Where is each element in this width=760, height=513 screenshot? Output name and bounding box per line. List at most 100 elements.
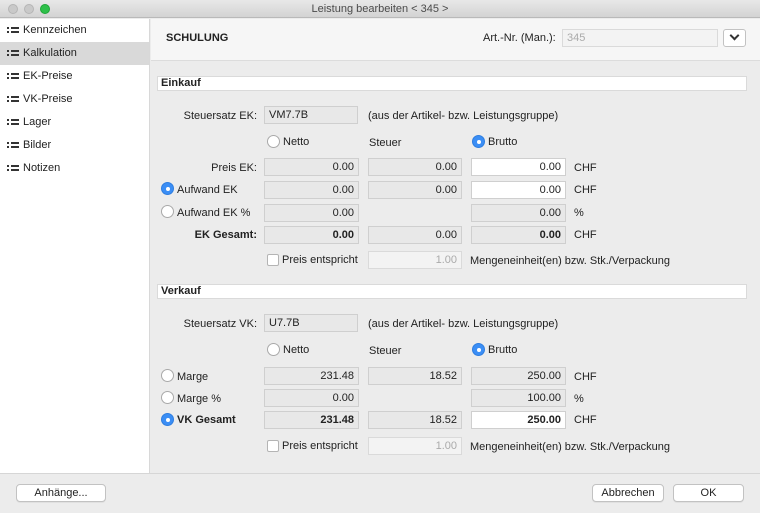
ek-gesamt-netto-field: 0.00	[264, 226, 359, 244]
marge-pct-label: Marge %	[177, 393, 222, 405]
sidebar-item-lager[interactable]: Lager	[0, 111, 149, 134]
preis-ek-brutto-field[interactable]: 0.00	[471, 158, 566, 176]
page-title: SCHULUNG	[166, 32, 229, 44]
vk-gesamt-label: VK Gesamt	[177, 414, 236, 426]
ok-button[interactable]: OK	[673, 484, 744, 502]
sidebar-item-ek-preise[interactable]: EK-Preise	[0, 65, 149, 88]
list-icon	[7, 26, 19, 35]
zoom-window-button[interactable]	[40, 4, 50, 14]
list-icon	[7, 49, 19, 58]
marge-brutto-field[interactable]: 250.00	[471, 367, 566, 385]
marge-pct-radio[interactable]	[161, 391, 174, 404]
vk-gesamt-netto-field[interactable]: 231.48	[264, 411, 359, 429]
marge-unit: CHF	[574, 371, 597, 383]
sidebar-item-label: Lager	[23, 116, 52, 128]
ek-steuer-header: Steuer	[369, 137, 402, 149]
vk-preis-entspricht-checkbox[interactable]	[267, 440, 279, 452]
vk-brutto-label: Brutto	[488, 344, 518, 356]
marge-pct-unit: %	[574, 393, 584, 405]
aufwand-ek-label: Aufwand EK	[177, 184, 238, 196]
steuersatz-ek-field[interactable]: VM7.7B	[264, 106, 358, 124]
ek-gesamt-unit: CHF	[574, 229, 597, 241]
title-bar: Leistung bearbeiten < 345 >	[0, 0, 760, 18]
preis-ek-steuer-field[interactable]: 0.00	[368, 158, 462, 176]
aufwand-ek-netto-field[interactable]: 0.00	[264, 181, 359, 199]
ek-menge-field[interactable]: 1.00	[368, 251, 462, 269]
attachments-button[interactable]: Anhänge...	[16, 484, 106, 502]
section-einkauf: Einkauf	[157, 76, 747, 91]
header-band: SCHULUNG Art.-Nr. (Man.): 345	[151, 19, 760, 61]
aufwand-ek-steuer-field[interactable]: 0.00	[368, 181, 462, 199]
sidebar-item-vk-preise[interactable]: VK-Preise	[0, 88, 149, 111]
marge-pct-brutto-field[interactable]: 100.00	[471, 389, 566, 407]
main-panel: SCHULUNG Art.-Nr. (Man.): 345 Einkauf St…	[151, 19, 760, 473]
steuersatz-vk-label: Steuersatz VK:	[183, 318, 257, 330]
ek-gesamt-brutto-field: 0.00	[471, 226, 566, 244]
vk-menge-label: Mengeneinheit(en) bzw. Stk./Verpackung	[470, 441, 670, 453]
preis-ek-unit: CHF	[574, 162, 597, 174]
vk-preis-entspricht-label: Preis entspricht	[282, 440, 358, 452]
sidebar-item-label: Bilder	[23, 139, 52, 151]
aufwand-ek-pct-radio[interactable]	[161, 205, 174, 218]
ek-gesamt-steuer-field: 0.00	[368, 226, 462, 244]
ek-brutto-label: Brutto	[488, 136, 518, 148]
cancel-button[interactable]: Abbrechen	[592, 484, 664, 502]
marge-netto-field[interactable]: 231.48	[264, 367, 359, 385]
chevron-down-icon	[729, 30, 740, 41]
vk-gesamt-unit: CHF	[574, 414, 597, 426]
artnr-field[interactable]: 345	[562, 29, 718, 47]
aufwand-ek-pct-brutto-field[interactable]: 0.00	[471, 204, 566, 222]
artnr-dropdown-button[interactable]	[723, 29, 746, 47]
sidebar: Kennzeichen Kalkulation EK-Preise VK-Pre…	[0, 19, 150, 473]
ek-netto-label: Netto	[283, 136, 310, 148]
vk-steuer-header: Steuer	[369, 345, 402, 357]
sidebar-item-bilder[interactable]: Bilder	[0, 134, 149, 157]
list-icon	[7, 118, 19, 127]
vk-gesamt-radio[interactable]	[161, 413, 174, 426]
footer-bar: Anhänge... Abbrechen OK	[0, 473, 760, 513]
vk-gesamt-steuer-field[interactable]: 18.52	[368, 411, 462, 429]
marge-label: Marge	[177, 371, 209, 383]
sidebar-item-kalkulation[interactable]: Kalkulation	[0, 42, 149, 65]
preis-ek-label: Preis EK:	[211, 162, 257, 174]
vk-netto-radio[interactable]	[267, 343, 280, 356]
steuersatz-vk-note: (aus der Artikel- bzw. Leistungsgruppe)	[368, 318, 559, 330]
ek-gesamt-label: EK Gesamt:	[194, 229, 257, 241]
artnr-label: Art.-Nr. (Man.):	[483, 32, 556, 44]
sidebar-item-kennzeichen[interactable]: Kennzeichen	[0, 19, 149, 42]
close-window-button[interactable]	[8, 4, 18, 14]
aufwand-ek-pct-netto-field[interactable]: 0.00	[264, 204, 359, 222]
minimize-window-button[interactable]	[24, 4, 34, 14]
list-icon	[7, 164, 19, 173]
ek-menge-label: Mengeneinheit(en) bzw. Stk./Verpackung	[470, 255, 670, 267]
ek-netto-radio[interactable]	[267, 135, 280, 148]
marge-pct-netto-field[interactable]: 0.00	[264, 389, 359, 407]
steuersatz-ek-note: (aus der Artikel- bzw. Leistungsgruppe)	[368, 110, 559, 122]
ek-preis-entspricht-checkbox[interactable]	[267, 254, 279, 266]
sidebar-item-label: Kalkulation	[23, 47, 77, 59]
vk-netto-label: Netto	[283, 344, 310, 356]
vk-brutto-radio[interactable]	[472, 343, 485, 356]
aufwand-ek-brutto-field[interactable]: 0.00	[471, 181, 566, 199]
sidebar-item-label: EK-Preise	[23, 70, 73, 82]
list-icon	[7, 95, 19, 104]
vk-menge-field[interactable]: 1.00	[368, 437, 462, 455]
sidebar-item-label: Notizen	[23, 162, 61, 174]
ek-brutto-radio[interactable]	[472, 135, 485, 148]
section-verkauf: Verkauf	[157, 284, 747, 299]
aufwand-ek-unit: CHF	[574, 184, 597, 196]
ek-preis-entspricht-label: Preis entspricht	[282, 254, 358, 266]
sidebar-item-notizen[interactable]: Notizen	[0, 157, 149, 180]
aufwand-ek-radio[interactable]	[161, 182, 174, 195]
aufwand-ek-pct-unit: %	[574, 207, 584, 219]
steuersatz-vk-field[interactable]: U7.7B	[264, 314, 358, 332]
preis-ek-netto-field[interactable]: 0.00	[264, 158, 359, 176]
marge-steuer-field[interactable]: 18.52	[368, 367, 462, 385]
marge-radio[interactable]	[161, 369, 174, 382]
dialog-window: Leistung bearbeiten < 345 > Kennzeichen …	[0, 0, 760, 513]
list-icon	[7, 141, 19, 150]
aufwand-ek-pct-label: Aufwand EK %	[177, 207, 251, 219]
sidebar-item-label: VK-Preise	[23, 93, 73, 105]
vk-gesamt-brutto-field[interactable]: 250.00	[471, 411, 566, 429]
window-title: Leistung bearbeiten < 345 >	[311, 3, 449, 15]
